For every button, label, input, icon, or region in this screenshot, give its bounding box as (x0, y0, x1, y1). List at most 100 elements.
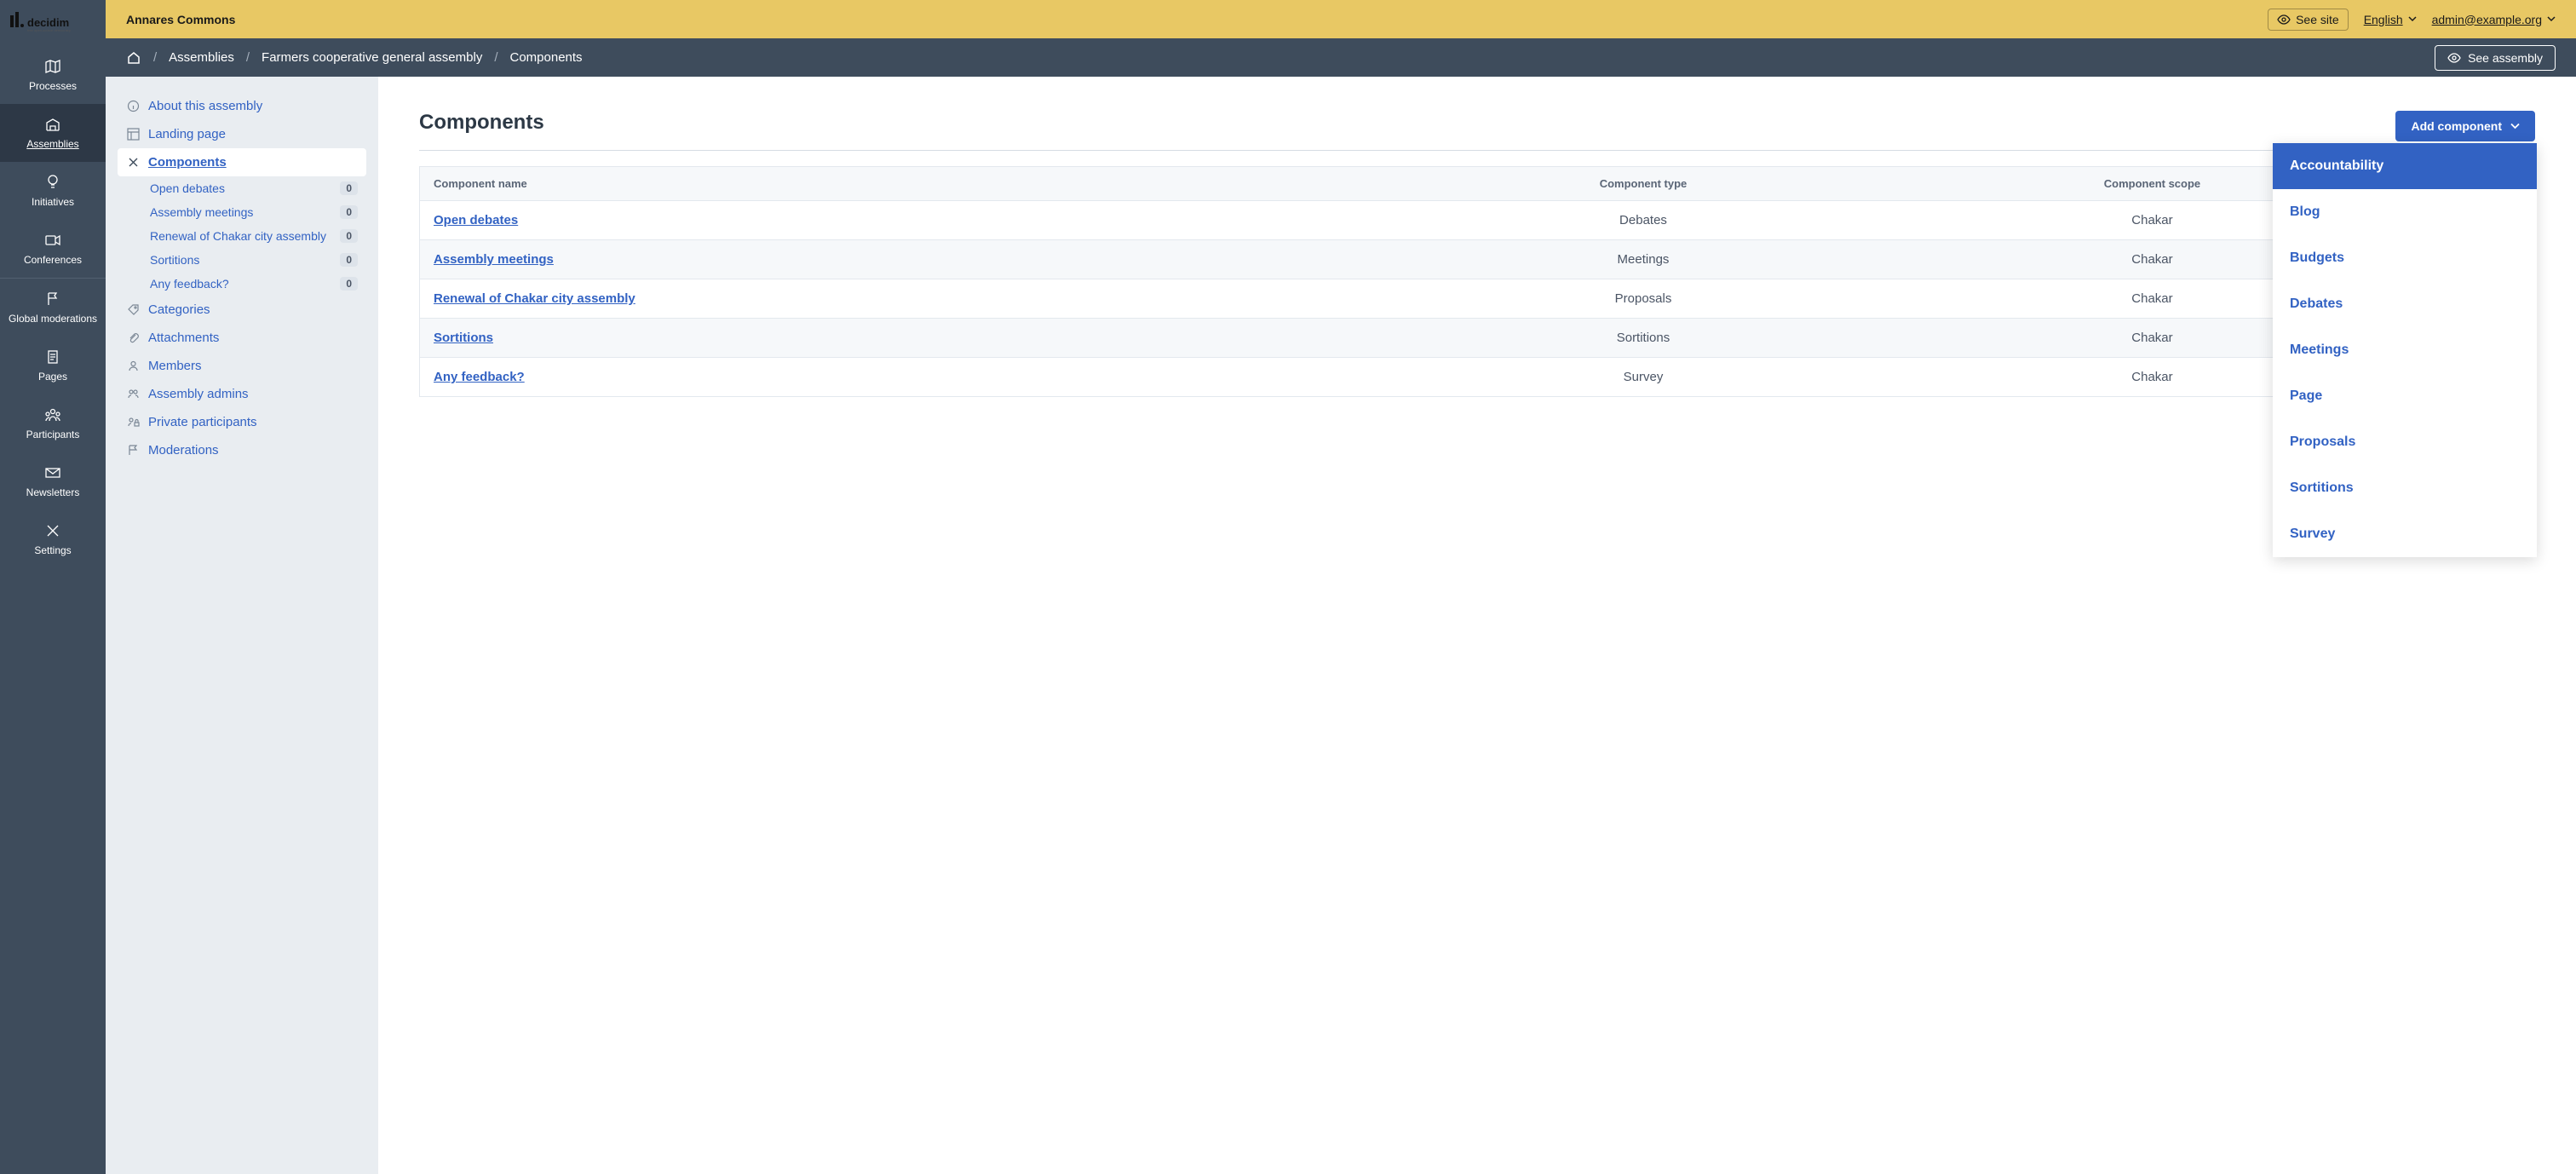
component-link[interactable]: Open debates (434, 213, 518, 227)
breadcrumb-assemblies[interactable]: Assemblies (169, 50, 234, 65)
bulb-icon (44, 174, 61, 191)
user-email: admin@example.org (2432, 13, 2542, 26)
sub-label: Renewal of Chakar city assembly (150, 229, 326, 243)
chevron-down-icon (2547, 16, 2556, 22)
svg-text:decidim: decidim (27, 16, 69, 29)
sidebar-sub-sortitions[interactable]: Sortitions0 (150, 248, 366, 272)
rail-label: Assemblies (26, 138, 78, 150)
sidebar-label: Members (148, 359, 202, 373)
sidebar: About this assembly Landing page Compone… (106, 77, 378, 1174)
sidebar-label: Landing page (148, 127, 226, 141)
sidebar-label: Moderations (148, 443, 219, 458)
sidebar-attachments[interactable]: Attachments (118, 324, 366, 352)
sub-count: 0 (340, 229, 358, 243)
sidebar-landing[interactable]: Landing page (118, 120, 366, 148)
dropdown-item-blog[interactable]: Blog (2273, 189, 2537, 235)
component-type: Survey (1399, 358, 1888, 397)
dropdown-item-sortitions[interactable]: Sortitions (2273, 465, 2537, 511)
rail-label: Settings (34, 544, 71, 556)
table-row: Sortitions Sortitions Chakar (420, 319, 2535, 358)
sidebar-label: About this assembly (148, 99, 262, 113)
sub-label: Any feedback? (150, 277, 229, 291)
component-type: Proposals (1399, 279, 1888, 319)
col-type: Component type (1399, 167, 1888, 201)
svg-text:free open-source democracy: free open-source democracy (27, 28, 71, 32)
dropdown-item-accountability[interactable]: Accountability (2273, 143, 2537, 189)
rail-label: Global moderations (9, 313, 97, 325)
see-assembly-label: See assembly (2468, 51, 2543, 65)
language-selector[interactable]: English (2364, 13, 2417, 26)
language-label: English (2364, 13, 2403, 26)
dropdown-item-proposals[interactable]: Proposals (2273, 419, 2537, 465)
sidebar-categories[interactable]: Categories (118, 296, 366, 324)
add-component-dropdown: Accountability Blog Budgets Debates Meet… (2273, 143, 2537, 557)
see-site-link[interactable]: See site (2268, 9, 2349, 31)
sub-count: 0 (340, 181, 358, 195)
sub-count: 0 (340, 277, 358, 291)
component-type: Sortitions (1399, 319, 1888, 358)
rail-item-newsletters[interactable]: Newsletters (0, 452, 106, 510)
breadcrumb: / Assemblies / Farmers cooperative gener… (126, 50, 583, 66)
sidebar-sub-open-debates[interactable]: Open debates 0 (150, 176, 366, 200)
component-link[interactable]: Renewal of Chakar city assembly (434, 291, 635, 306)
home-icon[interactable] (126, 50, 141, 66)
eye-icon (2277, 14, 2291, 25)
add-component-button[interactable]: Add component (2395, 111, 2535, 141)
sidebar-members[interactable]: Members (118, 352, 366, 380)
building-icon (44, 116, 61, 133)
logo: decidimfree open-source democracy (0, 0, 106, 46)
map-icon (44, 58, 61, 75)
breadcrumb-assembly-name[interactable]: Farmers cooperative general assembly (262, 50, 482, 65)
rail-item-conferences[interactable]: Conferences (0, 220, 106, 278)
rail-item-processes[interactable]: Processes (0, 46, 106, 104)
dropdown-item-budgets[interactable]: Budgets (2273, 235, 2537, 281)
dropdown-item-debates[interactable]: Debates (2273, 281, 2537, 327)
sidebar-private[interactable]: Private participants (118, 408, 366, 436)
table-row: Open debates Debates Chakar (420, 201, 2535, 240)
site-name: Annares Commons (126, 13, 235, 26)
sidebar-label: Attachments (148, 331, 219, 345)
flag-icon (126, 444, 140, 458)
sidebar-components[interactable]: Components (118, 148, 366, 176)
sidebar-sub-feedback[interactable]: Any feedback? 0 (150, 272, 366, 296)
rail-item-participants[interactable]: Participants (0, 394, 106, 452)
rail-item-pages[interactable]: Pages (0, 337, 106, 394)
user-menu[interactable]: admin@example.org (2432, 13, 2556, 26)
sub-label: Sortitions (150, 253, 199, 267)
sidebar-sub-assembly-meetings[interactable]: Assembly meetings0 (150, 200, 366, 224)
tools-icon (44, 522, 61, 539)
component-link[interactable]: Any feedback? (434, 370, 525, 384)
eye-icon (2447, 53, 2461, 63)
sub-count: 0 (340, 205, 358, 219)
see-assembly-button[interactable]: See assembly (2435, 45, 2556, 71)
rail-item-global-moderations[interactable]: Global moderations (0, 279, 106, 337)
rail-label: Newsletters (26, 486, 80, 498)
flag-icon (44, 291, 61, 308)
component-type: Meetings (1399, 240, 1888, 279)
info-icon (126, 100, 140, 113)
component-link[interactable]: Assembly meetings (434, 252, 554, 267)
sidebar-sub-renewal[interactable]: Renewal of Chakar city assembly 0 (150, 224, 366, 248)
breadcrumb-components[interactable]: Components (510, 50, 583, 65)
sidebar-label: Private participants (148, 415, 257, 429)
sidebar-admins[interactable]: Assembly admins (118, 380, 366, 408)
sidebar-about[interactable]: About this assembly (118, 92, 366, 120)
tag-icon (126, 303, 140, 317)
rail-item-initiatives[interactable]: Initiatives (0, 162, 106, 220)
users-icon (126, 388, 140, 401)
sidebar-moderations[interactable]: Moderations (118, 436, 366, 464)
dropdown-item-page[interactable]: Page (2273, 373, 2537, 419)
sub-label: Open debates (150, 181, 225, 195)
dropdown-item-meetings[interactable]: Meetings (2273, 327, 2537, 373)
component-link[interactable]: Sortitions (434, 331, 493, 345)
rail-item-settings[interactable]: Settings (0, 510, 106, 568)
dropdown-item-survey[interactable]: Survey (2273, 511, 2537, 557)
layout-icon (126, 128, 140, 141)
breadcrumb-separator: / (153, 50, 157, 65)
table-row: Any feedback? Survey Chakar (420, 358, 2535, 397)
chevron-down-icon (2408, 16, 2417, 22)
mail-icon (44, 464, 61, 481)
rail-item-assemblies[interactable]: Assemblies (0, 104, 106, 162)
lock-user-icon (126, 416, 140, 429)
rail-label: Conferences (24, 254, 82, 266)
